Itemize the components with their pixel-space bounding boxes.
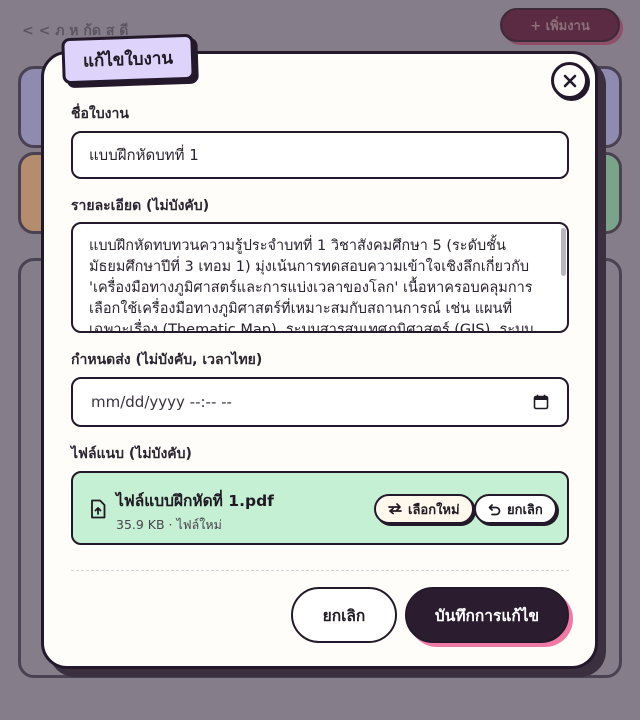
add-task-button: + เพิ่มงาน	[500, 8, 620, 42]
modal-title-tag: แก้ไขใบงาน	[61, 33, 195, 85]
due-date-input[interactable]: mm/dd/yyyy --:-- --	[71, 377, 569, 427]
close-button[interactable]	[551, 62, 588, 99]
remove-file-button[interactable]: ยกเลิก	[474, 494, 557, 524]
close-icon	[563, 74, 576, 87]
due-date-placeholder: mm/dd/yyyy --:-- --	[91, 393, 232, 411]
description-value: แบบฝึกหัดทบทวนความรู้ประจำบทที่ 1 วิชาสั…	[89, 238, 534, 333]
description-label: รายละเอียด (ไม่บังคับ)	[71, 198, 210, 214]
due-date-label: กำหนดส่ง (ไม่บังคับ, เวลาไทย)	[71, 352, 263, 368]
worksheet-name-value: แบบฝึกหัดบทที่ 1	[89, 146, 199, 164]
reselect-label: เลือกใหม่	[408, 502, 460, 518]
description-textarea[interactable]: แบบฝึกหัดทบทวนความรู้ประจำบทที่ 1 วิชาสั…	[71, 222, 569, 333]
file-upload-icon	[91, 499, 106, 519]
swap-arrows-icon	[388, 503, 402, 515]
name-label: ชื่อใบงาน	[71, 106, 129, 122]
scrollbar[interactable]	[561, 228, 566, 276]
attachment-card: ไฟล์แบบฝึกหัดที่ 1.pdf 35.9 KB · ไฟล์ใหม…	[71, 471, 569, 545]
calendar-icon[interactable]	[533, 394, 549, 410]
save-changes-button[interactable]: บันทึกการแก้ไข	[405, 587, 569, 643]
undo-icon	[488, 503, 501, 515]
worksheet-name-input[interactable]: แบบฝึกหัดบทที่ 1	[71, 131, 569, 179]
cancel-button[interactable]: ยกเลิก	[291, 587, 397, 643]
attachment-meta: 35.9 KB · ไฟล์ใหม่	[116, 517, 222, 532]
attachment-file-name: ไฟล์แบบฝึกหัดที่ 1.pdf	[116, 492, 274, 510]
reselect-file-button[interactable]: เลือกใหม่	[374, 494, 474, 524]
remove-label: ยกเลิก	[507, 502, 543, 518]
attachment-label: ไฟล์แนบ (ไม่บังคับ)	[71, 446, 192, 462]
footer-divider	[71, 570, 569, 571]
